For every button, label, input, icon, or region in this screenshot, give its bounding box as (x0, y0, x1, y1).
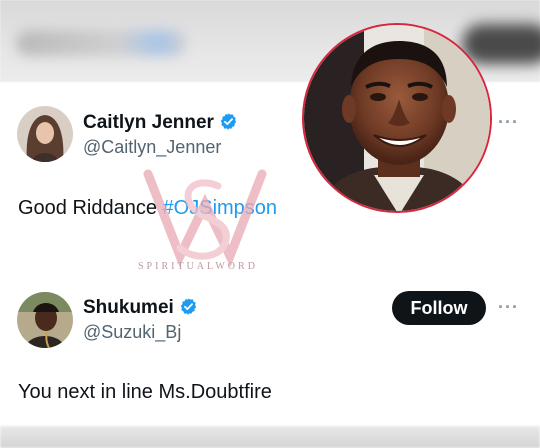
display-name[interactable]: Shukumei (83, 297, 198, 322)
more-icon[interactable]: ··· (498, 112, 519, 133)
blurred-footer (0, 426, 540, 448)
user-handle[interactable]: @Caitlyn_Jenner (83, 137, 221, 158)
more-icon[interactable]: ··· (498, 297, 519, 318)
tweet-text: Good Riddance #OJSimpson (18, 197, 278, 219)
hashtag-link[interactable]: #OJSimpson (163, 197, 278, 219)
watermark-text: SPIRITUALWORD (138, 261, 258, 272)
avatar[interactable] (17, 292, 73, 348)
display-name[interactable]: Caitlyn Jenner (83, 112, 238, 137)
blurred-header-text (16, 30, 186, 56)
portrait-photo (302, 23, 492, 213)
blurred-header-button (462, 24, 540, 64)
verified-badge-icon (219, 112, 238, 137)
tweet-text: You next in line Ms.Doubtfire (18, 381, 272, 403)
avatar[interactable] (17, 106, 73, 162)
follow-button[interactable]: Follow (392, 291, 486, 325)
user-handle[interactable]: @Suzuki_Bj (83, 322, 181, 343)
verified-badge-icon (179, 297, 198, 322)
